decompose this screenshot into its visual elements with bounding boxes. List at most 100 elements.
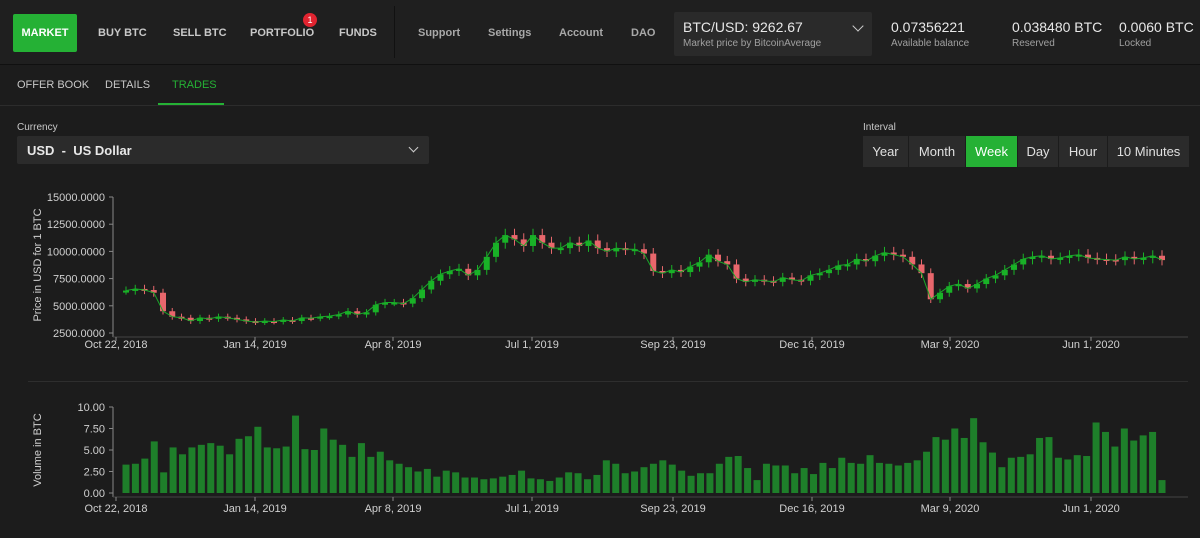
volume-y-tick-label: 7.50 xyxy=(84,424,105,436)
market-price-selector[interactable]: BTC/USD: 9262.67 Market price by Bitcoin… xyxy=(674,12,872,56)
price-candle-body xyxy=(733,264,740,279)
price-y-axis-label: Price in USD for 1 BTC xyxy=(32,208,44,321)
portfolio-notification-badge: 1 xyxy=(303,13,317,27)
volume-bar xyxy=(838,457,846,493)
currency-select[interactable]: USD - US Dollar xyxy=(17,136,429,164)
volume-bar xyxy=(1045,437,1053,493)
volume-bar xyxy=(386,460,394,493)
price-candle-body xyxy=(123,290,129,293)
volume-bar xyxy=(452,472,460,493)
volume-bar xyxy=(405,467,413,493)
price-candle-body xyxy=(927,273,934,300)
volume-bar xyxy=(697,473,705,493)
nav-dao-tab[interactable]: DAO xyxy=(631,27,655,39)
volume-bar xyxy=(574,473,582,493)
tab-offer-book[interactable]: OFFER BOOK xyxy=(17,79,89,91)
volume-bar xyxy=(1101,431,1109,493)
volume-bar xyxy=(499,476,507,493)
volume-bar xyxy=(1064,459,1072,493)
nav-buy-btc-tab[interactable]: BUY BTC xyxy=(98,27,147,39)
volume-x-tick-label: Mar 9, 2020 xyxy=(921,503,980,515)
volume-bar xyxy=(659,460,667,493)
volume-y-tick-label: 5.00 xyxy=(84,445,105,457)
volume-x-tick-label: Oct 22, 2018 xyxy=(85,503,148,515)
subnav-divider xyxy=(0,105,1200,106)
price-candle-body xyxy=(493,242,499,257)
volume-bar xyxy=(894,465,902,493)
volume-bar xyxy=(640,467,648,493)
volume-bar xyxy=(979,442,987,493)
volume-bar xyxy=(1083,456,1091,493)
tab-details[interactable]: DETAILS xyxy=(105,79,150,91)
nav-settings-tab[interactable]: Settings xyxy=(488,27,531,39)
price-x-tick-label: Apr 8, 2019 xyxy=(365,339,422,351)
volume-bar xyxy=(1130,440,1138,493)
volume-bar xyxy=(235,438,243,493)
price-y-tick-label: 7500.0000 xyxy=(53,274,105,286)
nav-funds-tab[interactable]: FUNDS xyxy=(339,27,377,39)
volume-bar xyxy=(1139,435,1147,493)
volume-bar xyxy=(800,468,808,493)
volume-bar xyxy=(282,446,290,493)
price-x-tick-label: Mar 9, 2020 xyxy=(921,339,980,351)
price-x-tick-label: Jun 1, 2020 xyxy=(1062,339,1120,351)
currency-label: Currency xyxy=(17,122,58,133)
volume-bar xyxy=(263,447,271,493)
volume-bar xyxy=(339,444,347,493)
volume-bar xyxy=(414,471,422,493)
interval-year-button[interactable]: Year xyxy=(863,136,908,167)
volume-bar xyxy=(1073,455,1081,493)
volume-bar xyxy=(1111,446,1119,493)
volume-x-tick-label: Sep 23, 2019 xyxy=(640,503,705,515)
chevron-down-icon xyxy=(408,142,419,153)
nav-portfolio-tab[interactable]: PORTFOLIO xyxy=(250,27,314,39)
volume-bar xyxy=(433,476,441,493)
volume-bar xyxy=(960,437,968,493)
interval-hour-button[interactable]: Hour xyxy=(1059,136,1107,167)
tab-trades[interactable]: TRADES xyxy=(172,79,217,91)
volume-bar xyxy=(602,460,610,493)
volume-bar xyxy=(612,463,620,493)
locked-balance-label: Locked xyxy=(1119,38,1152,49)
interval-10-minutes-button[interactable]: 10 Minutes xyxy=(1108,136,1189,167)
volume-bar xyxy=(951,428,959,493)
interval-day-button[interactable]: Day xyxy=(1018,136,1058,167)
volume-bar xyxy=(480,479,488,493)
volume-bar xyxy=(923,451,931,493)
volume-bar xyxy=(583,479,591,493)
price-y-tick-label: 12500.0000 xyxy=(47,219,105,231)
nav-sell-btc-tab[interactable]: SELL BTC xyxy=(173,27,227,39)
volume-bar xyxy=(621,473,629,493)
price-candle-body xyxy=(483,256,490,270)
top-nav-bar: MARKET BUY BTC SELL BTC PORTFOLIO 1 FUND… xyxy=(0,0,1200,65)
volume-bar xyxy=(292,415,300,493)
volume-bar xyxy=(857,463,865,493)
nav-market-tab[interactable]: MARKET xyxy=(13,14,77,52)
volume-bar xyxy=(273,448,281,493)
volume-bar xyxy=(1026,454,1034,493)
interval-month-button[interactable]: Month xyxy=(909,136,965,167)
volume-bar xyxy=(913,460,921,493)
volume-bar xyxy=(1149,431,1157,493)
volume-bar xyxy=(320,428,328,493)
chevron-down-icon xyxy=(852,20,864,32)
volume-bar xyxy=(941,439,949,493)
price-candle-body xyxy=(594,240,601,249)
volume-bar xyxy=(875,462,883,493)
interval-week-button[interactable]: Week xyxy=(966,136,1017,167)
volume-bar xyxy=(904,462,912,493)
volume-x-tick-label: Dec 16, 2019 xyxy=(779,503,844,515)
volume-bar xyxy=(687,475,695,493)
interval-toggle-group: Year Month Week Day Hour 10 Minutes xyxy=(863,136,1190,167)
volume-bar xyxy=(329,439,337,493)
volume-bar xyxy=(970,418,978,493)
nav-support-tab[interactable]: Support xyxy=(418,27,460,39)
volume-bar xyxy=(555,477,563,493)
price-x-tick-label: Oct 22, 2018 xyxy=(85,339,148,351)
volume-bar xyxy=(207,443,215,493)
nav-account-tab[interactable]: Account xyxy=(559,27,603,39)
volume-x-tick-label: Jul 1, 2019 xyxy=(505,503,559,515)
volume-bar xyxy=(866,455,874,493)
volume-bar xyxy=(932,437,940,493)
volume-x-tick-label: Jun 1, 2020 xyxy=(1062,503,1120,515)
